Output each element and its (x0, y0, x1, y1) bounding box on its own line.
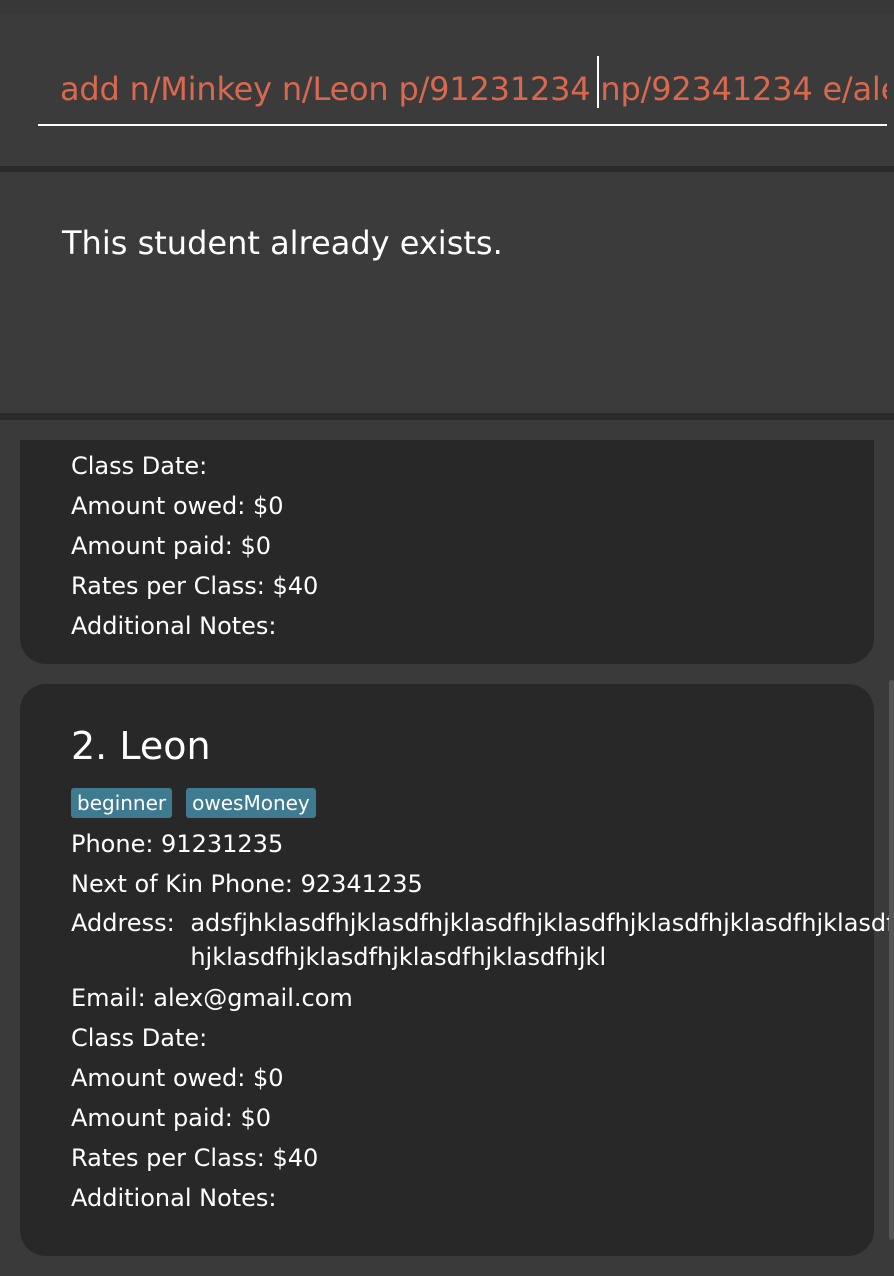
amount-paid: Amount paid: $0 (71, 1104, 272, 1132)
student-list[interactable]: Class Date: Amount owed: $0 Amount paid:… (0, 420, 894, 1276)
amount-owed: Amount owed: $0 (71, 492, 284, 520)
command-box: add n/Minkey n/Leon p/91231234 np/923412… (0, 14, 894, 166)
tag-beginner: beginner (71, 788, 173, 818)
student-card[interactable]: Class Date: Amount owed: $0 Amount paid:… (20, 440, 874, 664)
address: Address: adsfjhklasdfhjklasdfhjklasdfhjk… (71, 906, 894, 974)
address-line-1: adsfjhklasdfhjklasdfhjklasdfhjklasdfhjkl… (190, 909, 894, 937)
command-input[interactable]: add n/Minkey n/Leon p/91231234 np/923412… (38, 60, 887, 126)
result-display: This student already exists. (0, 172, 894, 414)
student-card[interactable]: 2. Leon beginner owesMoney Phone: 912312… (20, 684, 894, 1256)
next-of-kin-phone: Next of Kin Phone: 92341235 (71, 870, 423, 898)
amount-owed: Amount owed: $0 (71, 1064, 284, 1092)
email: Email: alex@gmail.com (71, 984, 353, 1012)
result-message: This student already exists. (62, 224, 503, 262)
class-date: Class Date: (71, 1024, 208, 1052)
rates-per-class: Rates per Class: $40 (71, 1144, 319, 1172)
additional-notes: Additional Notes: (71, 1184, 277, 1212)
rates-per-class: Rates per Class: $40 (71, 572, 319, 600)
phone: Phone: 91231235 (71, 830, 284, 858)
list-scrollbar[interactable] (889, 680, 894, 1240)
tag-list: beginner owesMoney (71, 788, 316, 818)
command-input-text: add n/Minkey n/Leon p/91231234 np/923412… (60, 70, 887, 108)
divider (0, 413, 894, 420)
address-line-2: hjklasdfhjklasdfhjklasdfhjklasdfhjkl (190, 943, 607, 971)
tag-owes-money: owesMoney (186, 788, 316, 818)
class-date: Class Date: (71, 452, 208, 480)
amount-paid: Amount paid: $0 (71, 532, 272, 560)
additional-notes: Additional Notes: (71, 612, 277, 640)
student-name: 2. Leon (71, 724, 211, 768)
address-label: Address: (71, 909, 175, 937)
text-caret (597, 56, 599, 108)
